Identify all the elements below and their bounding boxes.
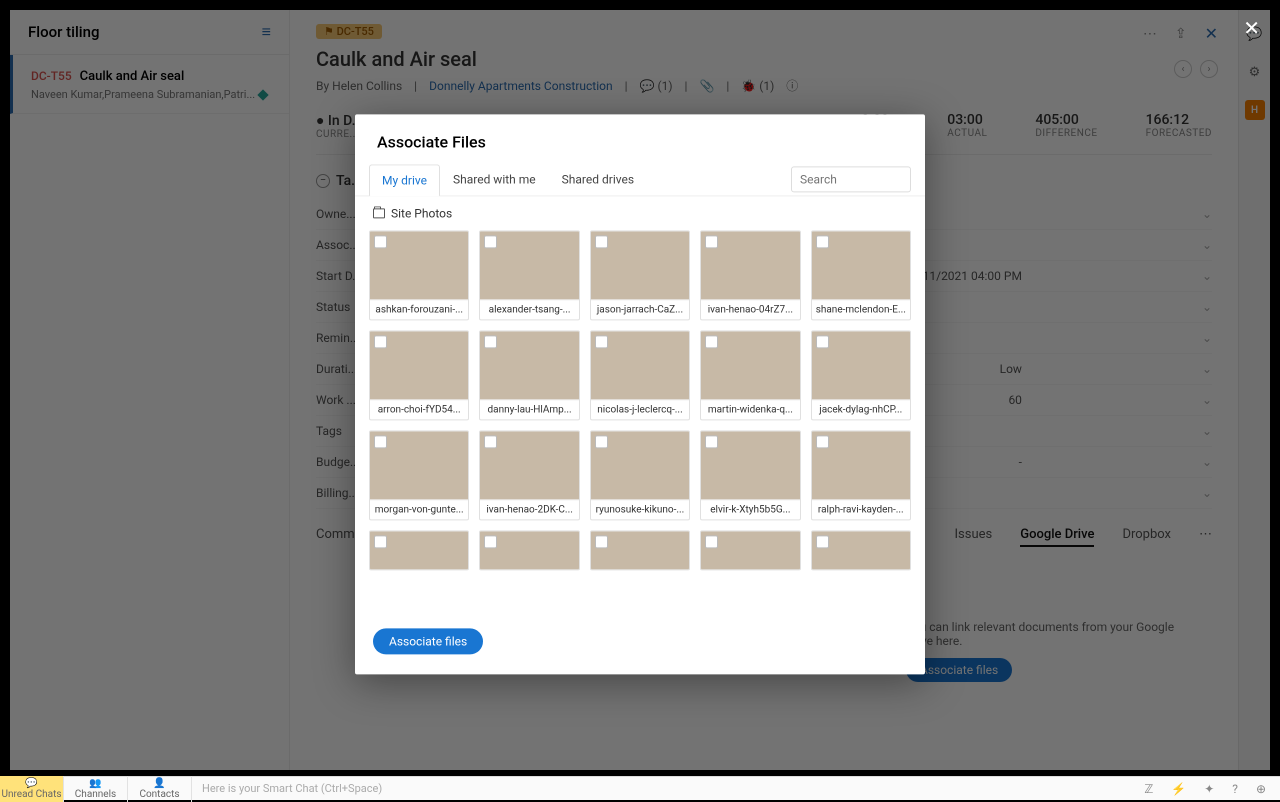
bb-icon-1[interactable]: ℤ (1144, 782, 1153, 796)
bottom-bar: 💬Unread Chats 👥Channels 👤Contacts Here i… (0, 776, 1280, 800)
file-checkbox[interactable] (484, 435, 497, 448)
folder-icon (373, 208, 385, 218)
file-name: arron-choi-fYD54... (370, 399, 468, 419)
file-checkbox[interactable] (374, 435, 387, 448)
file-checkbox[interactable] (816, 335, 829, 348)
file-name: jacek-dylag-nhCP... (812, 399, 910, 419)
file-name: nicolas-j-leclercq-... (591, 399, 689, 419)
file-thumb[interactable] (369, 530, 469, 570)
file-checkbox[interactable] (374, 335, 387, 348)
bb-icon-3[interactable]: ✦ (1204, 782, 1214, 796)
file-checkbox[interactable] (595, 535, 608, 548)
file-thumb[interactable]: martin-widenka-q... (700, 330, 800, 420)
bottombar-channels[interactable]: 👥Channels (64, 776, 128, 802)
file-checkbox[interactable] (484, 335, 497, 348)
bb-icon-2[interactable]: ⚡ (1171, 782, 1186, 796)
tab-my-drive[interactable]: My drive (369, 164, 440, 196)
file-grid: ashkan-forouzani-... alexander-tsang-... j… (369, 230, 911, 570)
file-name: elvir-k-Xtyh5b5G... (701, 499, 799, 519)
tab-shared-drives[interactable]: Shared drives (549, 163, 647, 195)
modal-close-icon[interactable]: ✕ (1243, 16, 1260, 40)
file-name: alexander-tsang-... (480, 299, 578, 319)
file-checkbox[interactable] (484, 235, 497, 248)
file-thumb[interactable]: ralph-ravi-kayden-... (811, 430, 911, 520)
file-thumb[interactable]: nicolas-j-leclercq-... (590, 330, 690, 420)
file-checkbox[interactable] (595, 335, 608, 348)
file-checkbox[interactable] (595, 435, 608, 448)
file-checkbox[interactable] (705, 235, 718, 248)
file-checkbox[interactable] (374, 535, 387, 548)
file-thumb[interactable]: jason-jarrach-CaZ... (590, 230, 690, 320)
file-thumb[interactable]: ivan-henao-2DK-C... (479, 430, 579, 520)
file-checkbox[interactable] (705, 435, 718, 448)
file-name: jason-jarrach-CaZ... (591, 299, 689, 319)
file-checkbox[interactable] (816, 535, 829, 548)
file-thumb[interactable]: arron-choi-fYD54... (369, 330, 469, 420)
bottombar-contacts[interactable]: 👤Contacts (128, 776, 192, 802)
file-name: morgan-von-gunte... (370, 499, 468, 519)
file-thumb[interactable]: jacek-dylag-nhCP... (811, 330, 911, 420)
smart-chat-input[interactable]: Here is your Smart Chat (Ctrl+Space) (192, 782, 1130, 795)
file-thumb[interactable] (590, 530, 690, 570)
file-checkbox[interactable] (705, 335, 718, 348)
file-name: danny-lau-HlAmp... (480, 399, 578, 419)
file-thumb[interactable]: ivan-henao-04rZ7... (700, 230, 800, 320)
file-name: ashkan-forouzani-... (370, 299, 468, 319)
file-name: shane-mclendon-E... (812, 299, 910, 319)
file-name: ivan-henao-04rZ7... (701, 299, 799, 319)
file-checkbox[interactable] (484, 535, 497, 548)
file-checkbox[interactable] (705, 535, 718, 548)
file-thumb[interactable]: morgan-von-gunte... (369, 430, 469, 520)
file-name: ralph-ravi-kayden-... (812, 499, 910, 519)
bb-icon-4[interactable]: ? (1232, 782, 1238, 796)
file-name: martin-widenka-q... (701, 399, 799, 419)
tab-shared-with-me[interactable]: Shared with me (440, 163, 549, 195)
file-name: ivan-henao-2DK-C... (480, 499, 578, 519)
file-thumb[interactable]: elvir-k-Xtyh5b5G... (700, 430, 800, 520)
breadcrumb[interactable]: Site Photos (355, 196, 925, 224)
search-input[interactable] (791, 166, 911, 192)
file-checkbox[interactable] (374, 235, 387, 248)
file-thumb[interactable]: alexander-tsang-... (479, 230, 579, 320)
file-thumb[interactable] (700, 530, 800, 570)
file-thumb[interactable] (479, 530, 579, 570)
file-thumb[interactable] (811, 530, 911, 570)
file-checkbox[interactable] (816, 435, 829, 448)
modal-title: Associate Files (355, 114, 925, 163)
file-checkbox[interactable] (595, 235, 608, 248)
file-checkbox[interactable] (816, 235, 829, 248)
file-thumb[interactable]: shane-mclendon-E... (811, 230, 911, 320)
bottombar-chats[interactable]: 💬Unread Chats (0, 776, 64, 802)
associate-files-submit[interactable]: Associate files (373, 628, 483, 654)
associate-files-modal: Associate Files My drive Shared with me … (355, 114, 925, 674)
bb-icon-5[interactable]: ⊕ (1256, 782, 1266, 796)
file-thumb[interactable]: danny-lau-HlAmp... (479, 330, 579, 420)
file-thumb[interactable]: ryunosuke-kikuno-... (590, 430, 690, 520)
file-name: ryunosuke-kikuno-... (591, 499, 689, 519)
file-thumb[interactable]: ashkan-forouzani-... (369, 230, 469, 320)
